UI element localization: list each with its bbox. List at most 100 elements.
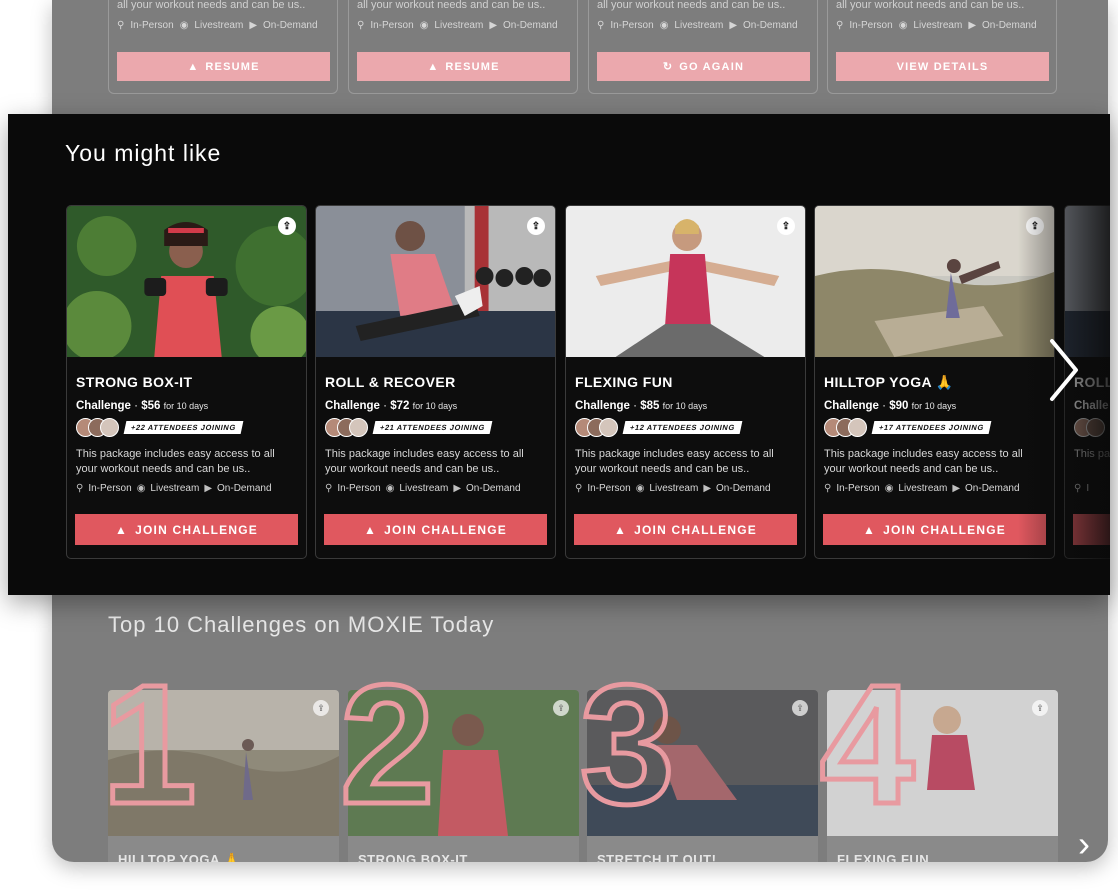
challenge-image (827, 690, 1058, 836)
meta-livestream: Livestream (434, 20, 484, 31)
top10-card[interactable]: ⇪ HILLTOP YOGA 🙏 (108, 690, 339, 862)
card-duration: for 10 days (911, 401, 957, 411)
mountain-icon: ▲ (614, 522, 628, 537)
card-type: Challenge (824, 400, 879, 412)
top10-section-title: Top 10 Challenges on MOXIE Today (108, 612, 495, 637)
challenge-card[interactable]: ⇪ ROLL & RECOVER Challenge · $72 for 10 … (315, 205, 556, 559)
top10-carousel: ⇪ HILLTOP YOGA 🙏 ⇪ STRONG BOX-IT ⇪ STRET… (100, 658, 1108, 862)
card-price-line: Challenge · $56 for 10 days (76, 400, 209, 412)
livestream-icon: ◉ (659, 20, 669, 31)
join-challenge-button[interactable]: ▲ JOIN CHALLENGE (574, 514, 797, 545)
video-icon: ▶ (249, 20, 258, 31)
join-challenge-button[interactable]: ▲ JOIN CHALLENGE (823, 514, 1046, 545)
share-icon[interactable]: ⇪ (1026, 217, 1044, 235)
challenge-card[interactable]: ⇪ HILLTOP YOGA 🙏 Challenge · $90 for 10 … (814, 205, 1055, 559)
chevron-right-icon[interactable] (1046, 337, 1082, 403)
livestream-icon: ◉ (898, 20, 908, 31)
challenge-image (108, 690, 339, 836)
button-label: JOIN CHALLENGE (883, 522, 1006, 537)
location-icon: ⚲ (575, 483, 583, 494)
meta-livestream: Livestream (649, 483, 699, 494)
button-label: VIEW DETAILS (896, 60, 989, 73)
location-icon: ⚲ (824, 483, 832, 494)
chevron-right-icon[interactable]: › (1078, 824, 1108, 863)
meta-on-demand: On-Demand (263, 20, 318, 31)
video-icon: ▶ (703, 483, 712, 494)
card-price: $85 (640, 400, 660, 412)
card-description: all your workout needs and can be us.. (597, 0, 786, 11)
card-description: This package includes easy access to all… (575, 448, 774, 475)
location-icon: ⚲ (1074, 483, 1082, 494)
card-meta: ⚲ In-Person ◉ Livestream ▶ On-Demand (76, 483, 272, 494)
card-price-line: Challenge · $72 for 10 days (325, 400, 458, 412)
attendees-row: +12 ATTENDEES JOINING (575, 418, 743, 437)
meta-in-person: I (1086, 483, 1090, 494)
view-details-button[interactable]: VIEW DETAILS (836, 52, 1049, 81)
top10-card[interactable]: ⇪ FLEXING FUN (827, 690, 1058, 862)
meta-in-person: In-Person (337, 483, 381, 494)
top10-card[interactable]: ⇪ STRETCH IT OUT! (587, 690, 818, 862)
card-type: Challenge (325, 400, 380, 412)
video-icon: ▶ (453, 483, 462, 494)
meta-in-person: In-Person (130, 20, 174, 31)
join-challenge-button[interactable] (1073, 514, 1110, 545)
meta-in-person: In-Person (88, 483, 132, 494)
share-icon[interactable]: ⇪ (278, 217, 296, 235)
card-description: all your workout needs and can be us.. (836, 0, 1025, 11)
meta-in-person: In-Person (370, 20, 414, 31)
card-price: $72 (390, 400, 410, 412)
mountain-icon: ▲ (115, 522, 129, 537)
meta-livestream: Livestream (399, 483, 449, 494)
mountain-icon: ▲ (364, 522, 378, 537)
join-challenge-button[interactable]: ▲ JOIN CHALLENGE (324, 514, 547, 545)
meta-on-demand: On-Demand (982, 20, 1037, 31)
card-duration: for 10 days (412, 401, 458, 411)
meta-livestream: Livestream (674, 20, 724, 31)
card-price: $90 (889, 400, 909, 412)
livestream-icon: ◉ (419, 20, 429, 31)
share-icon[interactable]: ⇪ (527, 217, 545, 235)
meta-in-person: In-Person (836, 483, 880, 494)
button-label: RESUME (205, 60, 260, 73)
location-icon: ⚲ (836, 20, 844, 31)
livestream-icon: ◉ (385, 483, 395, 494)
top10-card[interactable]: ⇪ STRONG BOX-IT (348, 690, 579, 862)
bg-challenge-card: all your workout needs and can be us.. ⚲… (827, 0, 1057, 94)
challenge-card[interactable]: ⇪ FLEXING FUN Challenge · $85 for 10 day… (565, 205, 806, 559)
share-icon[interactable]: ⇪ (553, 700, 569, 716)
meta-in-person: In-Person (587, 483, 631, 494)
attendees-row: +21 ATTENDEES JOINING (325, 418, 493, 437)
top10-name: STRETCH IT OUT! (597, 852, 717, 862)
button-label: RESUME (445, 60, 500, 73)
card-title: FLEXING FUN (575, 374, 673, 390)
bg-challenge-card: all your workout needs and can be us.. ⚲… (588, 0, 818, 94)
share-icon[interactable]: ⇪ (1032, 700, 1048, 716)
attendees-badge: +22 ATTENDEES JOINING (123, 421, 244, 434)
refresh-icon: ↻ (662, 61, 674, 73)
share-icon[interactable]: ⇪ (777, 217, 795, 235)
avatar (349, 418, 368, 437)
challenge-card[interactable]: ⇪ STRONG BOX-IT Challenge · $56 for 10 d… (66, 205, 307, 559)
card-description: This package includes easy access to all… (824, 448, 1023, 475)
card-type: Challenge (575, 400, 630, 412)
card-description: This package includes easy access to all… (76, 448, 275, 475)
location-icon: ⚲ (357, 20, 365, 31)
card-price: $56 (141, 400, 161, 412)
attendees-badge: +12 ATTENDEES JOINING (622, 421, 743, 434)
share-icon[interactable]: ⇪ (313, 700, 329, 716)
card-description: all your workout needs and can be us.. (357, 0, 546, 11)
meta-livestream: Livestream (150, 483, 200, 494)
card-title: HILLTOP YOGA 🙏 (824, 374, 954, 390)
share-icon[interactable]: ⇪ (792, 700, 808, 716)
avatar (1086, 418, 1105, 437)
resume-button[interactable]: ▲ RESUME (357, 52, 570, 81)
bg-challenge-card: all your workout needs and can be us.. ⚲… (348, 0, 578, 94)
card-meta: ⚲ In-Person ◉ Livestream ▶ On-Demand (836, 20, 1037, 31)
join-challenge-button[interactable]: ▲ JOIN CHALLENGE (75, 514, 298, 545)
button-label: JOIN CHALLENGE (634, 522, 757, 537)
meta-on-demand: On-Demand (743, 20, 798, 31)
resume-button[interactable]: ▲ RESUME (117, 52, 330, 81)
go-again-button[interactable]: ↻ GO AGAIN (597, 52, 810, 81)
you-might-like-panel: You might like ⇪ STRONG BOX-IT Challenge… (8, 114, 1110, 595)
location-icon: ⚲ (76, 483, 84, 494)
